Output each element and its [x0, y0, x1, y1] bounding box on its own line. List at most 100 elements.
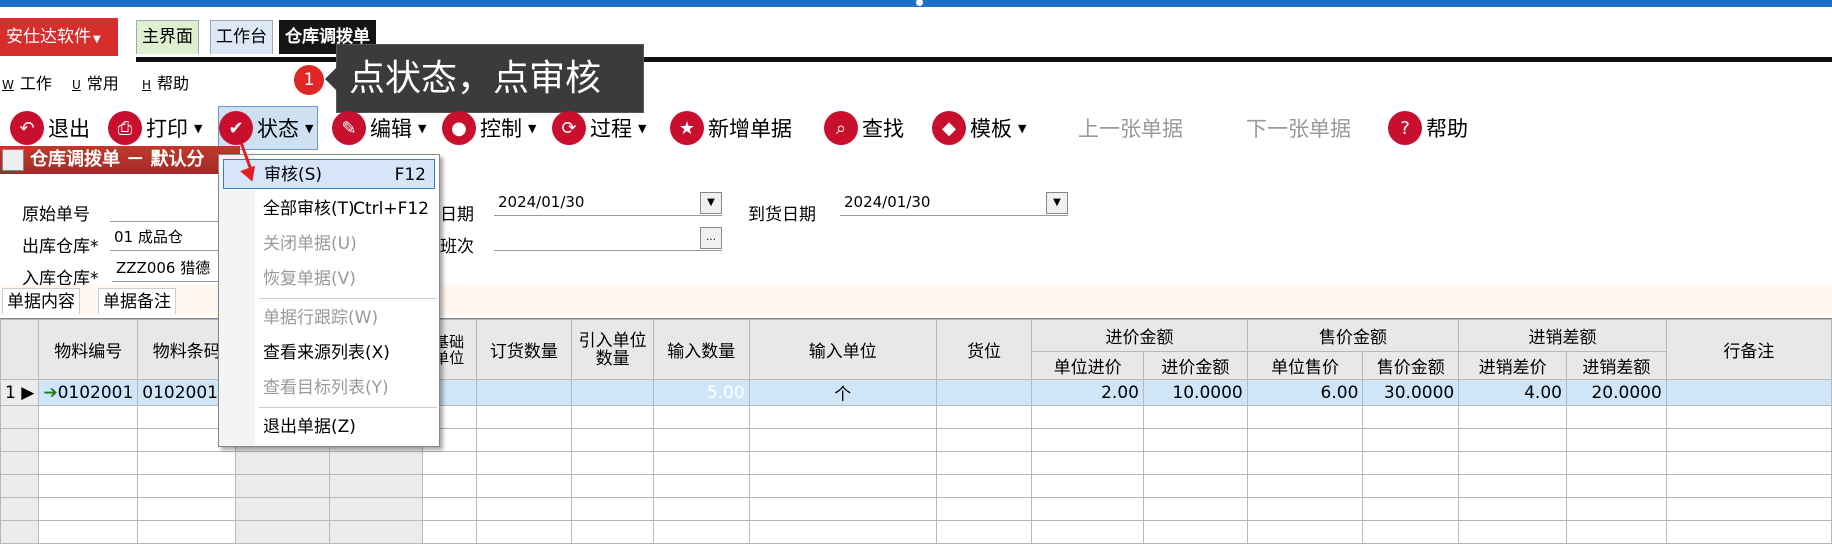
empty-cell[interactable]: [421, 520, 477, 544]
empty-cell[interactable]: [1142, 497, 1248, 521]
empty-cell[interactable]: [1362, 405, 1460, 429]
empty-cell[interactable]: [0, 497, 40, 521]
empty-cell[interactable]: [421, 451, 477, 475]
empty-cell[interactable]: [328, 497, 423, 521]
dropdown-arrow-icon[interactable]: ▼: [1046, 192, 1068, 214]
empty-cell[interactable]: [328, 474, 423, 498]
empty-cell[interactable]: [1031, 497, 1144, 521]
empty-cell[interactable]: [1458, 405, 1567, 429]
menu-item-source-list[interactable]: 查看来源列表(X): [255, 338, 437, 368]
empty-cell[interactable]: [748, 405, 937, 429]
empty-cell[interactable]: [475, 520, 573, 544]
empty-cell[interactable]: [38, 451, 139, 475]
col-diff-amount[interactable]: 进销差额: [1565, 351, 1667, 380]
empty-cell[interactable]: [652, 428, 750, 452]
empty-cell[interactable]: [935, 520, 1033, 544]
empty-cell[interactable]: [935, 497, 1033, 521]
cell-diff-price[interactable]: 4.00: [1458, 379, 1567, 406]
empty-cell[interactable]: [38, 520, 139, 544]
table-row[interactable]: [0, 474, 1832, 498]
empty-cell[interactable]: [571, 405, 654, 429]
empty-cell[interactable]: [1565, 428, 1667, 452]
row-number[interactable]: 1 ▶: [0, 379, 40, 406]
cell-remark[interactable]: [1665, 379, 1832, 406]
col-unit-cost[interactable]: 单位进价: [1031, 351, 1144, 380]
empty-cell[interactable]: [1565, 451, 1667, 475]
empty-cell[interactable]: [235, 451, 330, 475]
col-sale-amount[interactable]: 售价金额: [1362, 351, 1460, 380]
empty-cell[interactable]: [475, 497, 573, 521]
help-button[interactable]: ? 帮助: [1388, 106, 1468, 150]
empty-cell[interactable]: [0, 474, 40, 498]
cell-sale-amount[interactable]: 30.0000: [1362, 379, 1460, 406]
control-button[interactable]: ● 控制 ▼: [442, 106, 536, 150]
col-input-qty[interactable]: 输入数量: [652, 319, 750, 380]
empty-cell[interactable]: [1665, 428, 1832, 452]
cell-unit-cost[interactable]: 2.00: [1031, 379, 1144, 406]
empty-cell[interactable]: [1246, 428, 1364, 452]
menu-help[interactable]: H 帮助: [142, 70, 189, 94]
empty-cell[interactable]: [421, 474, 477, 498]
empty-cell[interactable]: [1362, 520, 1460, 544]
empty-cell[interactable]: [137, 497, 237, 521]
empty-cell[interactable]: [1458, 451, 1567, 475]
empty-cell[interactable]: [748, 451, 937, 475]
edit-button[interactable]: ✎ 编辑 ▼: [332, 106, 426, 150]
arrival-date-field[interactable]: 2024/01/30 ▼: [840, 190, 1068, 216]
template-button[interactable]: ◆ 模板 ▼: [932, 106, 1026, 150]
empty-cell[interactable]: [475, 474, 573, 498]
empty-cell[interactable]: [0, 405, 40, 429]
prev-document-button[interactable]: 上一张单据: [1078, 106, 1183, 150]
empty-cell[interactable]: [38, 474, 139, 498]
empty-cell[interactable]: [1031, 520, 1144, 544]
empty-cell[interactable]: [935, 405, 1033, 429]
nav-tab-main[interactable]: 主界面: [136, 20, 199, 54]
menu-item-row-tracking[interactable]: 单据行跟踪(W): [255, 303, 437, 333]
col-location[interactable]: 货位: [935, 319, 1033, 380]
empty-cell[interactable]: [1031, 474, 1144, 498]
out-warehouse-field[interactable]: 01 成品仓: [110, 225, 220, 251]
cell-cost-amount[interactable]: 10.0000: [1142, 379, 1248, 406]
in-warehouse-field[interactable]: ZZZ006 猎德: [112, 256, 220, 282]
empty-cell[interactable]: [235, 520, 330, 544]
empty-cell[interactable]: [652, 405, 750, 429]
cell-input-unit[interactable]: 个: [748, 379, 937, 406]
empty-cell[interactable]: [1565, 520, 1667, 544]
empty-cell[interactable]: [137, 520, 237, 544]
empty-cell[interactable]: [38, 428, 139, 452]
menu-work[interactable]: W 工作: [2, 70, 52, 94]
empty-cell[interactable]: [652, 451, 750, 475]
empty-cell[interactable]: [571, 520, 654, 544]
exit-button[interactable]: ↶ 退出: [10, 106, 90, 150]
empty-cell[interactable]: [1565, 474, 1667, 498]
empty-cell[interactable]: [38, 405, 139, 429]
cell-order-qty[interactable]: [475, 379, 573, 406]
shift-field[interactable]: …: [494, 225, 722, 251]
empty-cell[interactable]: [571, 451, 654, 475]
empty-cell[interactable]: [748, 474, 937, 498]
menu-item-restore-document[interactable]: 恢复单据(V): [255, 264, 437, 294]
empty-cell[interactable]: [1031, 405, 1144, 429]
cell-unit-sale[interactable]: 6.00: [1246, 379, 1364, 406]
empty-cell[interactable]: [935, 451, 1033, 475]
find-button[interactable]: ⌕ 查找: [824, 106, 904, 150]
empty-cell[interactable]: [1665, 474, 1832, 498]
empty-cell[interactable]: [235, 497, 330, 521]
empty-cell[interactable]: [475, 428, 573, 452]
empty-cell[interactable]: [1362, 497, 1460, 521]
empty-cell[interactable]: [1142, 474, 1248, 498]
empty-cell[interactable]: [935, 474, 1033, 498]
menu-item-close-document[interactable]: 关闭单据(U): [255, 229, 437, 259]
ellipsis-icon[interactable]: …: [700, 227, 722, 249]
empty-cell[interactable]: [1565, 405, 1667, 429]
empty-cell[interactable]: [1458, 428, 1567, 452]
empty-cell[interactable]: [421, 497, 477, 521]
cell-input-qty[interactable]: 5.00: [652, 379, 750, 406]
empty-cell[interactable]: [571, 497, 654, 521]
state-button[interactable]: ✔ 状态 ▼: [218, 106, 319, 150]
empty-cell[interactable]: [328, 520, 423, 544]
col-ref-qty[interactable]: 引入单位数量: [571, 319, 654, 380]
menu-item-approve-all[interactable]: 全部审核(T) Ctrl+F12: [255, 194, 437, 224]
col-input-unit[interactable]: 输入单位: [748, 319, 937, 380]
empty-cell[interactable]: [748, 497, 937, 521]
